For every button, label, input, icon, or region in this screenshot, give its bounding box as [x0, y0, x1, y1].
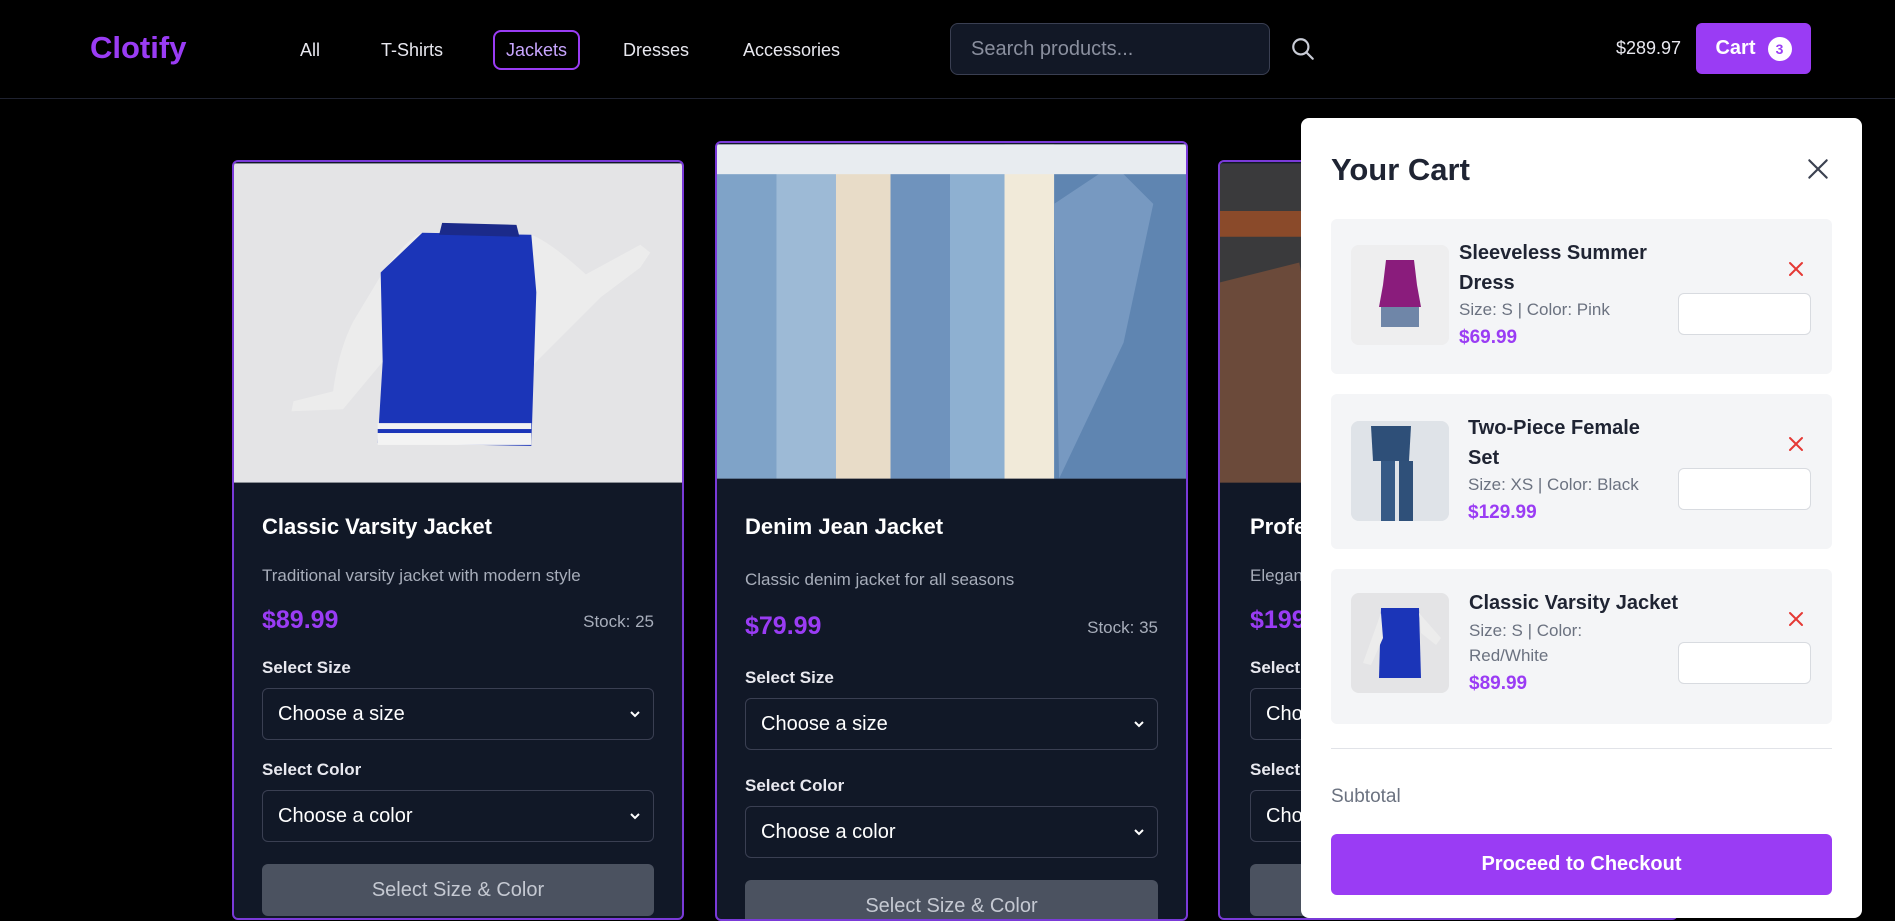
- color-select[interactable]: Choose a color: [262, 790, 654, 842]
- quantity-input[interactable]: [1678, 293, 1811, 335]
- product-description: Traditional varsity jacket with modern s…: [262, 566, 581, 585]
- cart-item-name: Sleeveless Summer Dress: [1459, 242, 1647, 294]
- product-image[interactable]: [717, 143, 1186, 480]
- checkout-button[interactable]: Proceed to Checkout: [1331, 834, 1832, 895]
- product-card: Denim Jean Jacket Classic denim jacket f…: [715, 141, 1188, 921]
- chevron-down-icon: [1134, 829, 1144, 836]
- cart-drawer: Your Cart Sleeveless Summer Dress Size: …: [1301, 118, 1862, 918]
- add-to-cart-button[interactable]: Select Size & Color: [745, 880, 1158, 919]
- size-select-value: Choose a size: [278, 703, 405, 725]
- product-price: $89.99: [262, 606, 339, 634]
- product-title: Classic Varsity Jacket: [262, 514, 492, 539]
- product-thumbnail: [1351, 593, 1449, 693]
- cart-item: Sleeveless Summer Dress Size: S | Color:…: [1331, 219, 1832, 374]
- product-stock: Stock: 25: [583, 612, 654, 631]
- remove-icon[interactable]: [1787, 435, 1805, 453]
- nav-item-jackets[interactable]: Jackets: [493, 30, 581, 70]
- cart-item-meta: Size: XS | Color: Black: [1468, 475, 1639, 494]
- cart-item-name: Classic Varsity Jacket: [1469, 592, 1679, 614]
- color-select-value: Choose a color: [278, 805, 413, 827]
- color-select-value: Choose a color: [761, 821, 896, 843]
- add-to-cart-button[interactable]: Select Size & Color: [262, 864, 654, 916]
- chevron-down-icon: [1134, 721, 1144, 728]
- divider: [1331, 748, 1832, 749]
- nav-item-t-shirts[interactable]: T-Shirts: [381, 30, 443, 70]
- cart-item-price: $69.99: [1459, 327, 1518, 348]
- cart-item: Two-Piece Female Set Size: XS | Color: B…: [1331, 394, 1832, 549]
- cart-item-price: $89.99: [1469, 673, 1528, 694]
- product-image[interactable]: [234, 162, 682, 484]
- nav-item-all[interactable]: All: [300, 30, 320, 70]
- cart-item-meta: Size: S | Color: Pink: [1459, 300, 1610, 319]
- product-card: Classic Varsity Jacket Traditional varsi…: [232, 160, 684, 920]
- remove-icon[interactable]: [1787, 610, 1805, 628]
- subtotal-label: Subtotal: [1331, 786, 1401, 807]
- cart-item: Classic Varsity Jacket Size: S | Color: …: [1331, 569, 1832, 724]
- product-title: Denim Jean Jacket: [745, 514, 944, 539]
- size-select[interactable]: Choose a size: [745, 698, 1158, 750]
- size-select-value: Cho: [1266, 703, 1303, 725]
- top-navbar: Clotify All T-Shirts Jackets Dresses Acc…: [0, 0, 1895, 99]
- color-label: Select Color: [262, 760, 362, 779]
- product-price: $79.99: [745, 612, 822, 640]
- cart-total: $289.97: [1616, 38, 1682, 58]
- product-stock: Stock: 35: [1087, 618, 1158, 637]
- product-thumbnail: [1351, 421, 1449, 521]
- nav-item-accessories[interactable]: Accessories: [743, 30, 840, 70]
- color-select-value: Cho: [1266, 805, 1303, 827]
- cart-button[interactable]: Cart 3: [1696, 23, 1811, 74]
- size-label: Select Size: [262, 658, 351, 677]
- brand-logo[interactable]: Clotify: [90, 30, 186, 66]
- size-select[interactable]: Choose a size: [262, 688, 654, 740]
- cart-item-price: $129.99: [1468, 502, 1537, 523]
- cart-item-meta: Size: S | Color: Red/White: [1469, 621, 1583, 665]
- product-thumbnail: [1351, 245, 1449, 345]
- product-description: Classic denim jacket for all seasons: [745, 570, 1015, 589]
- cart-button-label: Cart: [1715, 37, 1756, 59]
- product-price: $199: [1250, 606, 1306, 634]
- close-icon[interactable]: [1805, 156, 1831, 182]
- quantity-input[interactable]: [1678, 642, 1811, 684]
- cart-count-badge: 3: [1767, 36, 1792, 61]
- chevron-down-icon: [630, 813, 640, 820]
- search-input[interactable]: [950, 23, 1270, 75]
- color-label: Select Color: [745, 776, 845, 795]
- nav-item-dresses[interactable]: Dresses: [623, 30, 689, 70]
- color-select[interactable]: Choose a color: [745, 806, 1158, 858]
- size-label: Select Size: [745, 668, 834, 687]
- size-select-value: Choose a size: [761, 713, 888, 735]
- quantity-input[interactable]: [1678, 468, 1811, 510]
- cart-item-name: Two-Piece Female Set: [1468, 417, 1640, 469]
- search-icon[interactable]: [1290, 36, 1316, 62]
- chevron-down-icon: [630, 711, 640, 718]
- cart-title: Your Cart: [1331, 152, 1470, 187]
- remove-icon[interactable]: [1787, 260, 1805, 278]
